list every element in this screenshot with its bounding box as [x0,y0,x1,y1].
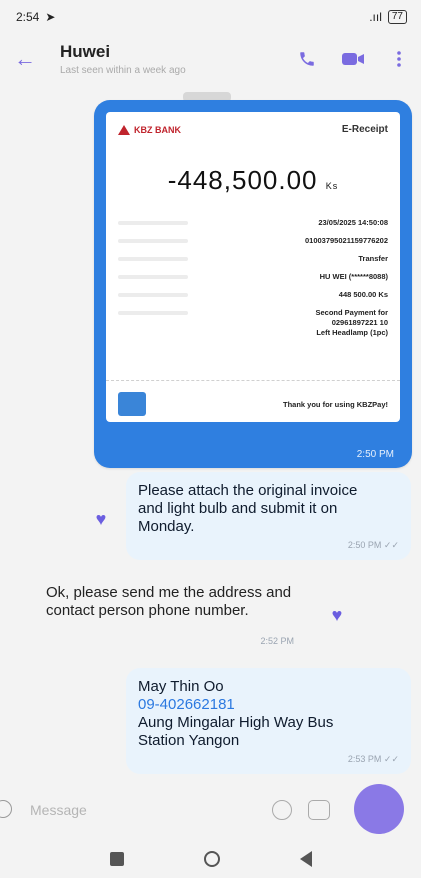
bank-logo: KBZ BANK [118,124,181,135]
receipt-row: 448 500.00 Ks [118,290,388,300]
status-time: 2:54 [16,10,40,24]
address-line: Aung Mingalar High Way Bus Station Yango… [138,714,334,749]
receipt-row: 01003795021159776202 [118,236,388,246]
bank-logo-icon [118,124,130,135]
receipt-amount: -448,500.00 Ks [118,165,388,196]
row-label [118,239,188,243]
battery-level: 77 [391,11,403,22]
receipt-message-bubble[interactable]: KBZ BANK E-Receipt -448,500.00 Ks 23/05/… [94,100,412,468]
row-value: HU WEI (******8088) [319,272,388,281]
row-value: 01003795021159776202 [304,236,388,245]
message-text: Ok, please send me the address and conta… [46,584,292,619]
message-input[interactable] [30,796,250,824]
bank-name: KBZ BANK [134,124,181,135]
amount-value: -448,500.00 [167,165,318,195]
signal-icon: .ııl [369,10,382,24]
row-label [118,293,188,297]
receipt-image[interactable]: KBZ BANK E-Receipt -448,500.00 Ks 23/05/… [106,112,400,422]
receipt-row: HU WEI (******8088) [118,272,388,282]
receipt-title: E-Receipt [341,124,388,135]
incoming-message-bubble[interactable]: Ok, please send me the address and conta… [34,574,314,656]
back-icon[interactable] [299,851,312,867]
status-right: .ııl 77 [369,10,407,24]
row-label [118,275,188,279]
receipt-footer: Thank you for using KBZPay! [118,392,388,416]
message-time: 2:50 PM ✓✓ [347,540,399,550]
compose-bar [0,782,421,838]
more-options-icon[interactable] [387,48,411,70]
emoji-icon[interactable] [0,800,12,818]
header-actions [295,48,411,70]
receipt-row: Transfer [118,254,388,264]
receipt-divider [106,380,400,381]
chat-header: ← Huwei Last seen within a week ago [0,34,421,86]
outgoing-message-bubble[interactable]: May Thin Oo 09-402662181 Aung Mingalar H… [126,668,411,774]
recents-icon[interactable] [109,852,124,866]
heart-reaction-icon[interactable]: ♥ [327,606,347,624]
row-label [118,311,188,315]
heart-reaction-icon[interactable]: ♥ [91,510,111,528]
row-value: Transfer [358,254,388,263]
message-time: 2:53 PM ✓✓ [347,754,399,764]
status-left: 2:54 ➤ [16,10,55,24]
row-value: Second Payment for 02961897221 10 Left H… [315,308,388,337]
message-time: 2:52 PM [260,636,294,646]
message-text: Please attach the original invoice and l… [138,482,358,535]
video-call-icon[interactable] [341,48,365,70]
back-arrow-icon[interactable]: ← [12,46,38,72]
receipt-row: 23/05/2025 14:50:08 [118,218,388,228]
send-arrow-icon: ➤ [45,10,56,24]
phone-call-icon[interactable] [295,48,319,70]
row-label [118,257,188,261]
row-value: 448 500.00 Ks [338,290,388,299]
row-value: 23/05/2025 14:50:08 [318,218,388,227]
battery-icon: 77 [387,10,407,24]
system-nav-bar [0,840,421,878]
receipt-row: Second Payment for 02961897221 10 Left H… [118,308,388,338]
receipt-thanks: Thank you for using KBZPay! [282,399,388,409]
receipt-header: KBZ BANK E-Receipt [118,124,388,135]
voice-record-button[interactable] [354,784,404,834]
kbzpay-logo-icon [118,392,146,416]
phone-link[interactable]: 09-402662181 [138,696,399,714]
attach-icon[interactable] [272,800,292,820]
row-label [118,221,188,225]
contact-name: Huwei [60,42,111,61]
receipt-details: 23/05/2025 14:50:08 01003795021159776202… [118,218,388,338]
contact-name-line: May Thin Oo [138,678,224,695]
sticker-icon[interactable] [308,800,330,820]
contact-info[interactable]: Huwei Last seen within a week ago [60,42,186,76]
outgoing-message-bubble[interactable]: Please attach the original invoice and l… [126,472,411,560]
last-seen-status: Last seen within a week ago [60,65,186,76]
status-bar: 2:54 ➤ .ııl 77 [0,0,421,34]
amount-unit: Ks [325,181,339,191]
message-time: 2:50 PM [356,449,394,460]
home-icon[interactable] [203,851,220,867]
